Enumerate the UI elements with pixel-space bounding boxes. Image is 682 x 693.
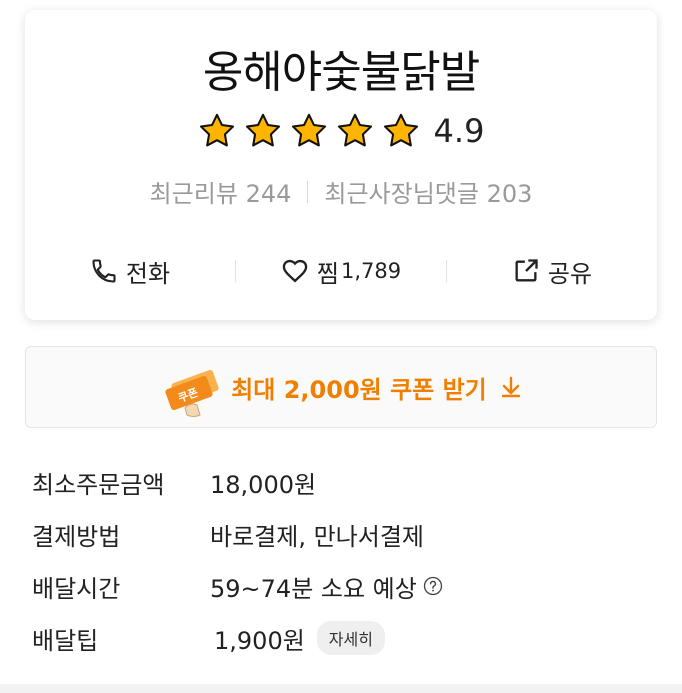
help-icon[interactable] bbox=[423, 576, 443, 596]
rating-value: 4.9 bbox=[433, 112, 485, 150]
delivery-time-value: 59~74분 소요 예상 bbox=[210, 574, 417, 603]
action-bar: 전화 찜 1,789 공유 bbox=[25, 242, 657, 300]
like-button[interactable]: 찜 1,789 bbox=[236, 254, 446, 289]
recent-review-count: 244 bbox=[245, 180, 292, 208]
delivery-time-label: 배달시간 bbox=[32, 574, 121, 603]
store-name: 옹해야숯불닭발 bbox=[202, 47, 480, 98]
store-info: 최소주문금액 18,000원 결제방법 바로결제, 만나서결제 배달시간 59~… bbox=[32, 456, 652, 664]
owner-reply-count: 203 bbox=[486, 180, 533, 208]
rating-row: 4.9 bbox=[25, 110, 657, 152]
payment-label: 결제방법 bbox=[32, 522, 121, 551]
star-icon bbox=[383, 113, 418, 147]
delivery-tip-group: 1,900원 자세히 bbox=[210, 621, 385, 656]
divider bbox=[307, 180, 309, 203]
min-order-value: 18,000원 bbox=[210, 470, 317, 499]
phone-icon bbox=[92, 259, 116, 283]
star-icon bbox=[291, 113, 326, 147]
recent-review-link[interactable]: 최근리뷰 244 bbox=[150, 174, 292, 209]
store-card: 옹해야숯불닭발 4.9 최근리뷰 244 최근사장님댓글 203 전화 찜 1,… bbox=[25, 10, 657, 320]
star-icon bbox=[199, 113, 234, 147]
call-label: 전화 bbox=[125, 259, 171, 288]
download-icon bbox=[501, 376, 520, 398]
delivery-tip-value: 1,900원 bbox=[214, 626, 305, 655]
info-row-delivery-tip: 배달팁 1,900원 자세히 bbox=[32, 612, 652, 664]
review-summary: 최근리뷰 244 최근사장님댓글 203 bbox=[25, 174, 657, 209]
min-order-label: 최소주문금액 bbox=[32, 470, 165, 499]
heart-icon bbox=[282, 259, 308, 283]
like-label: 찜 bbox=[316, 259, 339, 288]
coupon-label: 최대 2,000원 쿠폰 받기 bbox=[231, 375, 487, 404]
owner-reply-label: 최근사장님댓글 bbox=[324, 180, 479, 208]
share-label: 공유 bbox=[547, 259, 593, 288]
recent-review-label: 최근리뷰 bbox=[149, 180, 238, 208]
share-button[interactable]: 공유 bbox=[447, 254, 657, 289]
info-row-delivery-time: 배달시간 59~74분 소요 예상 bbox=[32, 560, 652, 612]
delivery-tip-detail-button[interactable]: 자세히 bbox=[316, 621, 385, 655]
section-divider bbox=[0, 684, 682, 693]
delivery-tip-label: 배달팁 bbox=[32, 626, 99, 655]
share-icon bbox=[515, 259, 538, 282]
star-icon bbox=[337, 113, 372, 147]
call-button[interactable]: 전화 bbox=[25, 254, 235, 289]
payment-value: 바로결제, 만나서결제 bbox=[210, 522, 424, 551]
coupon-download-button[interactable]: 쿠폰 최대 2,000원 쿠폰 받기 bbox=[25, 346, 657, 428]
star-icon bbox=[245, 113, 280, 147]
owner-reply-link[interactable]: 최근사장님댓글 203 bbox=[324, 174, 532, 209]
coupon-icon: 쿠폰 bbox=[165, 369, 219, 417]
delivery-time-group: 59~74분 소요 예상 bbox=[210, 569, 443, 604]
like-count: 1,789 bbox=[340, 259, 402, 283]
info-row-min-order: 최소주문금액 18,000원 bbox=[32, 456, 652, 508]
info-row-payment: 결제방법 바로결제, 만나서결제 bbox=[32, 508, 652, 560]
